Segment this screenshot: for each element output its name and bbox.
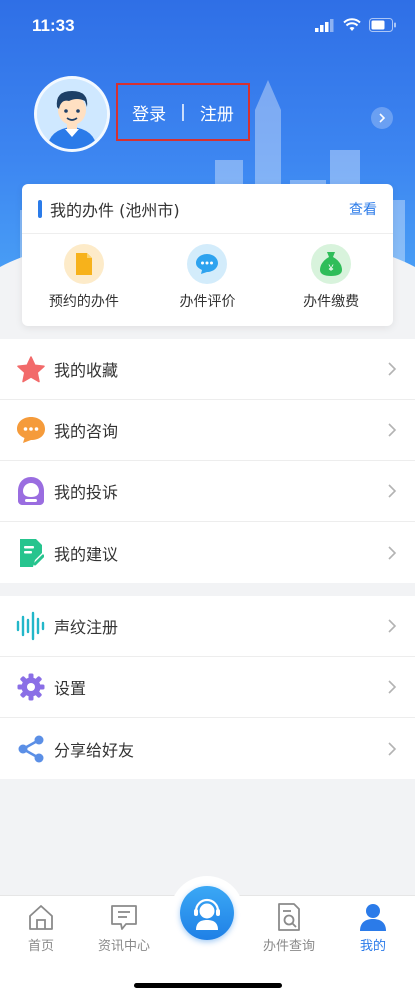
menu-group-primary: 我的收藏 我的咨询 我的投诉 我的建议 [0, 339, 415, 583]
customer-service-button[interactable] [180, 886, 234, 940]
my-cases-card: 我的办件 (池州市) 查看 预约的办件 办件评价 ¥ 办件缴费 [22, 184, 393, 326]
card-item-appointments[interactable]: 预约的办件 [29, 244, 139, 311]
home-indicator [134, 983, 282, 988]
menu-item-complaints[interactable]: 我的投诉 [0, 461, 415, 522]
chevron-right-icon [388, 741, 397, 756]
profile-arrow-button[interactable] [371, 107, 393, 129]
auth-separator: | [180, 102, 186, 122]
tab-case-query[interactable]: 办件查询 [249, 902, 329, 954]
tab-home[interactable]: 首页 [1, 902, 81, 954]
card-item-evaluation[interactable]: 办件评价 [152, 244, 262, 311]
money-bag-icon: ¥ [311, 244, 352, 284]
share-icon [16, 734, 46, 764]
title-accent-bar [38, 199, 42, 218]
login-register-area: 登录 | 注册 [116, 83, 250, 141]
user-icon [360, 904, 386, 931]
menu-item-suggestions[interactable]: 我的建议 [0, 522, 415, 583]
search-document-icon [278, 903, 300, 931]
login-link[interactable]: 登录 [132, 100, 166, 125]
tab-mine[interactable]: 我的 [333, 902, 413, 954]
chevron-right-icon [379, 113, 386, 123]
chevron-right-icon [388, 619, 397, 633]
avatar-icon [37, 79, 107, 149]
menu-item-favorites[interactable]: 我的收藏 [0, 339, 415, 400]
menu-item-consultations[interactable]: 我的咨询 [0, 400, 415, 461]
chevron-right-icon [388, 545, 397, 560]
card-item-payment[interactable]: ¥ 办件缴费 [276, 244, 386, 311]
chevron-right-icon [388, 423, 397, 437]
card-title: 我的办件 (池州市) [50, 200, 180, 220]
star-icon [16, 354, 46, 384]
consult-icon [16, 415, 46, 445]
suggestion-icon [16, 538, 46, 568]
tab-news-center[interactable]: 资讯中心 [84, 902, 164, 954]
voiceprint-icon [16, 611, 46, 641]
battery-icon [369, 18, 396, 32]
register-link[interactable]: 注册 [200, 100, 234, 125]
chat-bubble-icon [187, 244, 228, 284]
customer-service-icon [194, 898, 220, 930]
menu-item-share[interactable]: 分享给好友 [0, 718, 415, 779]
signal-icon [315, 18, 334, 32]
menu-group-secondary: 声纹注册 设置 分享给好友 [0, 596, 415, 779]
news-icon [111, 905, 137, 930]
status-bar: 11:33 [0, 0, 415, 54]
status-time: 11:33 [32, 16, 75, 35]
avatar[interactable] [34, 76, 110, 152]
svg-text:¥: ¥ [328, 263, 335, 273]
chevron-right-icon [388, 484, 397, 498]
complaint-icon [16, 476, 46, 506]
home-icon [29, 905, 53, 930]
menu-item-voiceprint[interactable]: 声纹注册 [0, 596, 415, 657]
chevron-right-icon [388, 680, 397, 694]
gear-icon [16, 672, 46, 702]
menu-item-settings[interactable]: 设置 [0, 657, 415, 718]
document-icon [63, 244, 104, 284]
chevron-right-icon [388, 362, 397, 376]
view-link[interactable]: 查看 [349, 199, 377, 219]
wifi-icon [343, 18, 361, 31]
